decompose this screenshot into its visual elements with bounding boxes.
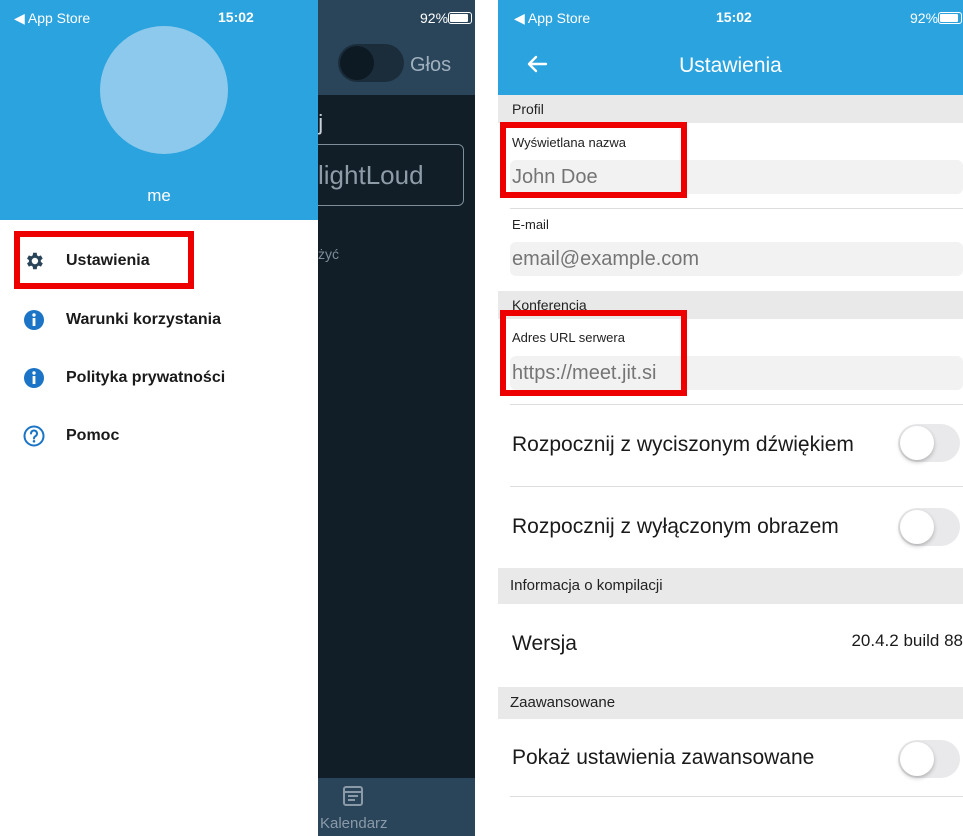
section-header-advanced: Zaawansowane	[498, 687, 963, 719]
drawer-item-label: Polityka prywatności	[66, 369, 226, 386]
help-circle-icon	[23, 425, 45, 447]
background-toggle-knob	[340, 46, 374, 80]
back-to-app-store[interactable]: ◀ App Store	[14, 10, 90, 27]
start-no-video-toggle[interactable]	[898, 508, 960, 546]
toggle-knob	[900, 742, 934, 776]
status-time: 15:02	[716, 9, 752, 25]
toggle-knob	[900, 510, 934, 544]
user-name: me	[147, 186, 171, 205]
drawer-item-terms[interactable]: Warunki korzystania	[0, 295, 318, 345]
page-title: Ustawienia	[679, 54, 782, 77]
status-time: 15:02	[218, 9, 254, 25]
background-room-input-text: lightLoud	[318, 160, 424, 190]
toggle-knob	[900, 426, 934, 460]
avatar	[100, 26, 228, 154]
battery-percent: 92%	[910, 10, 939, 26]
show-advanced-label: Pokaż ustawienia zawansowane	[512, 746, 815, 769]
divider	[510, 208, 963, 209]
calendar-icon	[343, 786, 363, 806]
divider	[510, 404, 963, 405]
email-label: E-mail	[512, 217, 549, 232]
version-label: Wersja	[512, 632, 577, 655]
left-screen: z Głos ej lightLoud żyć Kalendarz 92% me…	[0, 0, 475, 836]
right-screen: ◀ App Store 15:02 92% Ustawienia Profil …	[498, 0, 963, 836]
battery-level	[940, 14, 958, 22]
highlight-box-server-url	[500, 310, 687, 396]
side-drawer: me ◀ App Store 15:02 Ustawienia Warunki …	[0, 0, 318, 836]
section-header-profile: Profil	[498, 95, 963, 123]
tab-calendar-label: Kalendarz	[320, 815, 388, 832]
back-to-app-store[interactable]: ◀ App Store	[514, 10, 590, 27]
drawer-item-help[interactable]: Pomoc	[0, 411, 318, 461]
version-value: 20.4.2 build 88	[851, 631, 963, 650]
divider	[510, 486, 963, 487]
background-hint: żyć	[318, 246, 339, 262]
start-no-video-label: Rozpocznij z wyłączonym obrazem	[512, 515, 839, 538]
drawer-item-label: Warunki korzystania	[66, 311, 222, 328]
start-muted-label: Rozpocznij z wyciszonym dźwiękiem	[512, 433, 854, 456]
start-muted-toggle[interactable]	[898, 424, 960, 462]
section-header-build-info: Informacja o kompilacji	[498, 568, 963, 604]
info-icon	[24, 310, 44, 330]
drawer-item-label: Pomoc	[66, 427, 120, 444]
email-input[interactable]	[510, 242, 963, 276]
highlight-box-settings	[14, 231, 194, 289]
show-advanced-toggle[interactable]	[898, 740, 960, 778]
highlight-box-display-name	[500, 122, 687, 198]
background-voice-label: Głos	[410, 54, 452, 76]
info-icon	[24, 368, 44, 388]
battery-percent: 92%	[420, 10, 449, 26]
drawer-item-privacy[interactable]: Polityka prywatności	[0, 353, 318, 403]
battery-level	[450, 14, 468, 22]
divider	[510, 796, 963, 797]
